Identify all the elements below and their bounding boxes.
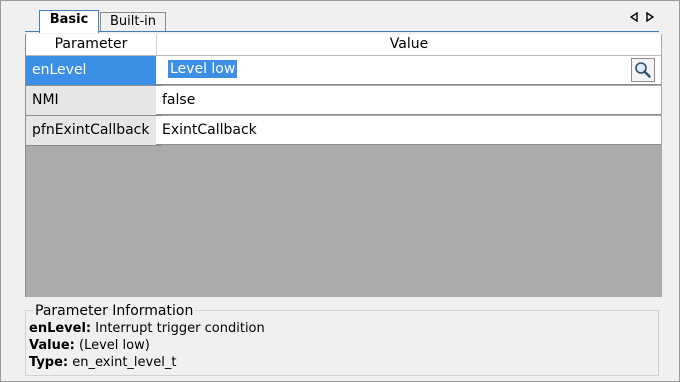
info-name-desc: Interrupt trigger condition — [95, 321, 265, 336]
tab-built-in[interactable]: Built-in — [100, 12, 166, 32]
row-parameter-label: enLevel — [32, 62, 87, 78]
tab-basic[interactable]: Basic — [39, 10, 99, 33]
tab-underline — [25, 31, 659, 32]
column-header-parameter: Parameter — [26, 34, 157, 56]
triangle-left-icon[interactable] — [629, 11, 638, 25]
row-value-text[interactable]: Level low — [168, 60, 238, 78]
info-value-label: Value: — [29, 338, 75, 353]
info-type-label: Type: — [29, 355, 69, 370]
row-parameter-cell[interactable]: NMI — [26, 86, 162, 116]
parameter-info-panel: Parameter Information enLevel: Interrupt… — [25, 299, 661, 377]
info-value-line: Value: (Level low) — [29, 338, 150, 354]
info-type-text: en_exint_level_t — [72, 355, 177, 370]
row-parameter-label: pfnExintCallback — [32, 122, 150, 138]
search-button[interactable] — [631, 58, 655, 82]
row-value-cell[interactable]: false — [156, 86, 661, 115]
magnifier-icon — [632, 62, 654, 85]
info-name-label: enLevel: — [29, 321, 92, 336]
table-row-pfnexintcallback[interactable]: pfnExintCallback ExintCallback — [26, 116, 661, 146]
info-value-text: (Level low) — [79, 338, 150, 353]
row-value-text: ExintCallback — [162, 122, 257, 138]
table-row-enlevel[interactable]: enLevel Level low — [26, 56, 661, 86]
row-value-cell[interactable]: ExintCallback — [156, 116, 661, 145]
row-value-text: false — [162, 92, 196, 108]
row-parameter-label: NMI — [32, 92, 59, 108]
property-grid: Parameter Value enLevel Level low NMI fa… — [25, 34, 662, 297]
tab-bar: Basic Built-in — [1, 1, 679, 33]
triangle-right-icon[interactable] — [646, 11, 655, 25]
tab-built-in-label: Built-in — [109, 14, 157, 29]
table-row-nmi[interactable]: NMI false — [26, 86, 661, 116]
column-header-value: Value — [157, 34, 661, 56]
row-value-editor[interactable]: Level low — [156, 56, 661, 85]
row-parameter-cell[interactable]: pfnExintCallback — [26, 116, 162, 146]
tab-basic-label: Basic — [49, 12, 89, 27]
column-header-value-label: Value — [389, 36, 429, 52]
info-name-line: enLevel: Interrupt trigger condition — [29, 321, 265, 337]
row-parameter-cell[interactable]: enLevel — [26, 56, 162, 86]
info-type-line: Type: en_exint_level_t — [29, 355, 176, 371]
parameter-panel: Basic Built-in Parameter Value enLevel L… — [0, 0, 680, 382]
info-title: Parameter Information — [33, 303, 196, 319]
column-header-parameter-label: Parameter — [54, 36, 128, 52]
